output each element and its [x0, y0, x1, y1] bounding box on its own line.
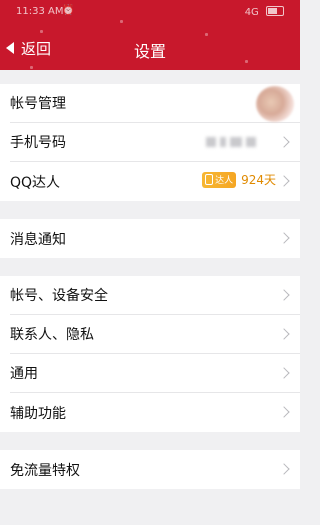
row-contacts-privacy[interactable]: 联系人、隐私: [10, 315, 300, 354]
decoration: [30, 66, 33, 69]
status-right: 4G: [245, 6, 284, 18]
row-label: 免流量特权: [10, 462, 80, 479]
daren-badge: 达人 924天: [202, 171, 276, 188]
decoration: [40, 30, 43, 33]
alarm-icon: ⏰: [62, 5, 75, 16]
row-label: 通用: [10, 366, 38, 382]
row-account-management[interactable]: 帐号管理: [10, 84, 300, 123]
blurred-phone-value: [206, 135, 266, 149]
row-general[interactable]: 通用: [10, 354, 300, 393]
app-header: 11:33 AM ⏰ 4G 返回 设置: [0, 0, 300, 70]
status-bar: 11:33 AM ⏰ 4G: [0, 0, 300, 24]
settings-section-free-data: 免流量特权: [0, 450, 300, 489]
daren-badge-icon: 达人: [202, 171, 237, 188]
decoration: [205, 33, 208, 36]
badge-text: 达人: [215, 176, 234, 186]
row-label: 辅助功能: [10, 405, 66, 422]
row-label: 联系人、隐私: [10, 327, 94, 343]
row-message-notifications[interactable]: 消息通知: [10, 219, 300, 258]
battery-icon: [266, 6, 284, 16]
decoration: [120, 20, 123, 23]
row-qq-daren[interactable]: QQ达人 达人 924天: [10, 162, 300, 201]
row-label: 消息通知: [10, 231, 66, 248]
daren-days: 924天: [241, 173, 276, 187]
row-phone-number[interactable]: 手机号码: [10, 123, 300, 162]
row-free-data-privilege[interactable]: 免流量特权: [10, 450, 300, 489]
settings-section-general: 帐号、设备安全 联系人、隐私 通用 辅助功能: [0, 276, 300, 432]
page-title: 设置: [133, 42, 166, 61]
row-account-device-security[interactable]: 帐号、设备安全: [10, 276, 300, 315]
network-label: 4G: [244, 7, 259, 18]
settings-section-account: 帐号管理 手机号码 QQ达人 达人 924天: [0, 84, 300, 201]
status-time: 11:33 AM: [16, 6, 64, 17]
row-label: 帐号、设备安全: [10, 288, 108, 304]
row-accessibility[interactable]: 辅助功能: [10, 393, 300, 432]
avatar: [256, 86, 294, 122]
settings-section-notifications: 消息通知: [0, 219, 300, 258]
